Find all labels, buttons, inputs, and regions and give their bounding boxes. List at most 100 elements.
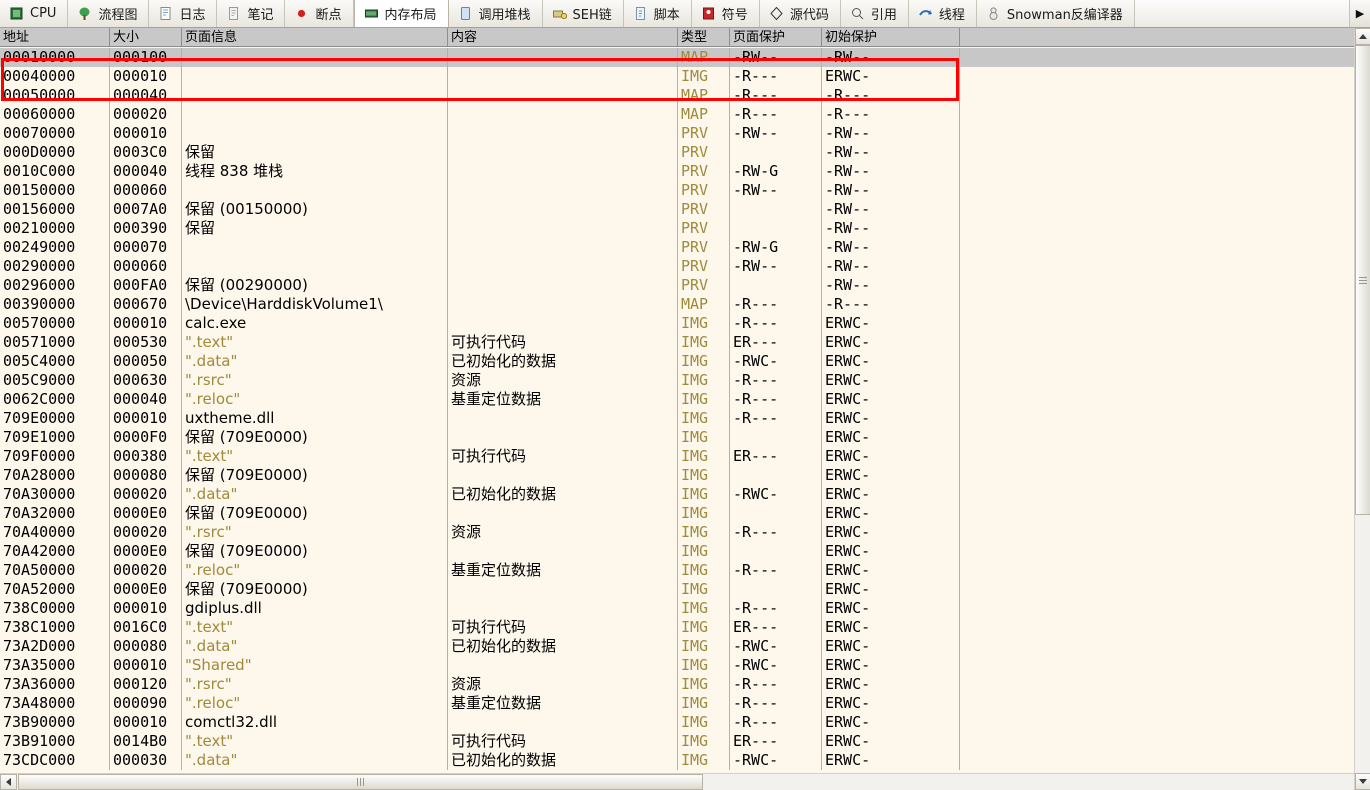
cell-type: PRV <box>678 124 730 143</box>
table-row[interactable]: 738C0000 000010 gdiplus.dll IMG -R--- ERWC- <box>0 599 1354 618</box>
table-row[interactable]: 70A52000 0000E0 保留 (709E0000) IMG ERWC- <box>0 580 1354 599</box>
table-row[interactable]: 73CDC000 000030 ".data" 已初始化的数据 IMG -RWC- ERWC… <box>0 751 1354 770</box>
tab-0[interactable]: CPU <box>0 0 69 27</box>
cell-content: 资源 <box>448 675 678 694</box>
table-row[interactable]: 000D0000 0003C0 保留 PRV -RW-- <box>0 143 1354 162</box>
tab-2[interactable]: 日志 <box>149 0 218 27</box>
cell-content: 已初始化的数据 <box>448 352 678 371</box>
tab-11[interactable]: 引用 <box>840 0 909 27</box>
cell-initial_protect: ERWC- <box>822 371 960 390</box>
table-row[interactable]: 73B90000 000010 comctl32.dll IMG -R--- ERWC- <box>0 713 1354 732</box>
table-row[interactable]: 709E0000 000010 uxtheme.dll IMG -R--- ERWC- <box>0 409 1354 428</box>
tab-8[interactable]: 脚本 <box>623 0 692 27</box>
table-row[interactable]: 73A48000 000090 ".reloc" 基重定位数据 IMG -R--- ERWC… <box>0 694 1354 713</box>
table-row[interactable]: 00040000 000010 IMG -R--- ERWC- <box>0 67 1354 86</box>
horizontal-scrollbar-thumb[interactable] <box>18 774 703 790</box>
table-row[interactable]: 70A50000 000020 ".reloc" 基重定位数据 IMG -R--- ERWC… <box>0 561 1354 580</box>
table-row[interactable]: 70A28000 000080 保留 (709E0000) IMG ERWC- <box>0 466 1354 485</box>
cell-page_info: 保留 (709E0000) <box>182 466 448 485</box>
cell-padding <box>960 162 1354 181</box>
table-row[interactable]: 00060000 000020 MAP -R--- -R--- <box>0 105 1354 124</box>
tab-9[interactable]: 符号 <box>691 0 760 27</box>
tab-1[interactable]: 流程图 <box>68 0 150 27</box>
tab-4[interactable]: 断点 <box>285 0 354 27</box>
tab-active-5[interactable]: 内存布局 <box>353 0 449 27</box>
tab-13[interactable]: Snowman反编译器 <box>976 0 1135 27</box>
cell-initial_protect: ERWC- <box>822 409 960 428</box>
cell-size: 000100 <box>110 48 182 67</box>
cell-content <box>448 181 678 200</box>
tab-3[interactable]: 笔记 <box>217 0 286 27</box>
cell-content <box>448 504 678 523</box>
table-row[interactable]: 0062C000 000040 ".reloc" 基重定位数据 IMG -R--- ERWC… <box>0 390 1354 409</box>
table-row[interactable]: 00390000 000670 \Device\HarddiskVolume1\ MA… <box>0 295 1354 314</box>
table-row[interactable]: 00249000 000070 PRV -RW-G -RW-- <box>0 238 1354 257</box>
column-header-content[interactable]: 内容 <box>448 28 678 46</box>
table-header-row[interactable]: 地址 大小 页面信息 内容 类型 页面保护 初始保护 <box>0 28 1354 47</box>
table-row[interactable]: 70A42000 0000E0 保留 (709E0000) IMG ERWC- <box>0 542 1354 561</box>
cell-page_protect: -RWC- <box>730 656 822 675</box>
table-row[interactable]: 738C1000 0016C0 ".text" 可执行代码 IMG ER--- ERWC- <box>0 618 1354 637</box>
table-row[interactable]: 709F0000 000380 ".text" 可执行代码 IMG ER--- ERWC- <box>0 447 1354 466</box>
table-row[interactable]: 709E1000 0000F0 保留 (709E0000) IMG ERWC- <box>0 428 1354 447</box>
cell-initial_protect: ERWC- <box>822 637 960 656</box>
cell-type: IMG <box>678 409 730 428</box>
scroll-left-button[interactable] <box>0 774 17 790</box>
horizontal-scrollbar[interactable] <box>0 773 1354 790</box>
column-header-size[interactable]: 大小 <box>110 28 182 46</box>
table-row[interactable]: 00570000 000010 calc.exe IMG -R--- ERWC- <box>0 314 1354 333</box>
table-row[interactable]: 73A2D000 000080 ".data" 已初始化的数据 IMG -RWC- ERWC… <box>0 637 1354 656</box>
cell-type: IMG <box>678 67 730 86</box>
cell-size: 000060 <box>110 257 182 276</box>
column-header-initial_protect[interactable]: 初始保护 <box>822 28 960 46</box>
cell-address: 73B91000 <box>0 732 110 751</box>
table-row[interactable]: 70A32000 0000E0 保留 (709E0000) IMG ERWC- <box>0 504 1354 523</box>
cell-size: 000020 <box>110 485 182 504</box>
cell-page_protect: ER--- <box>730 333 822 352</box>
table-row[interactable]: 73A36000 000120 ".rsrc" 资源 IMG -R--- ERWC- <box>0 675 1354 694</box>
column-header-page_protect[interactable]: 页面保护 <box>730 28 822 46</box>
table-row[interactable]: 0010C000 000040 线程 838 堆栈 PRV -RW-G -RW-- <box>0 162 1354 181</box>
table-row[interactable]: 00150000 000060 PRV -RW-- -RW-- <box>0 181 1354 200</box>
table-row[interactable]: 00070000 000010 PRV -RW-- -RW-- <box>0 124 1354 143</box>
tab-12[interactable]: 线程 <box>908 0 977 27</box>
cell-page_info: 保留 (709E0000) <box>182 504 448 523</box>
column-header-page_info[interactable]: 页面信息 <box>182 28 448 46</box>
vertical-scrollbar-thumb[interactable] <box>1355 45 1370 515</box>
table-row[interactable]: 00050000 000040 MAP -R--- -R--- <box>0 86 1354 105</box>
table-row[interactable]: 00210000 000390 保留 PRV -RW-- <box>0 219 1354 238</box>
table-row[interactable]: 005C9000 000630 ".rsrc" 资源 IMG -R--- ERWC- <box>0 371 1354 390</box>
table-row[interactable]: 005C4000 000050 ".data" 已初始化的数据 IMG -RWC- ERWC… <box>0 352 1354 371</box>
tab-10[interactable]: 源代码 <box>759 0 841 27</box>
memory-map-table-body[interactable]: 00010000 000100 MAP -RW-- -RW-- 00040000 00001… <box>0 48 1354 771</box>
table-row[interactable]: 00290000 000060 PRV -RW-- -RW-- <box>0 257 1354 276</box>
cell-padding <box>960 143 1354 162</box>
tab-label: 笔记 <box>247 8 274 23</box>
tab-7[interactable]: SEH链 <box>542 0 624 27</box>
scroll-down-button[interactable] <box>1355 773 1370 790</box>
column-header-address[interactable]: 地址 <box>0 28 110 46</box>
cell-page_info: comctl32.dll <box>182 713 448 732</box>
table-row[interactable]: 70A40000 000020 ".rsrc" 资源 IMG -R--- ERWC- <box>0 523 1354 542</box>
table-row[interactable]: 00571000 000530 ".text" 可执行代码 IMG ER--- ERWC- <box>0 333 1354 352</box>
grip-icon-horizontal <box>357 778 364 786</box>
references-icon <box>850 6 865 21</box>
table-row[interactable]: 00010000 000100 MAP -RW-- -RW-- <box>0 48 1354 67</box>
table-row[interactable]: 73B91000 0014B0 ".text" 可执行代码 IMG ER--- ERWC- <box>0 732 1354 751</box>
tab-6[interactable]: 调用堆栈 <box>448 0 543 27</box>
table-row[interactable]: 70A30000 000020 ".data" 已初始化的数据 IMG -RWC- ERWC… <box>0 485 1354 504</box>
column-header-type[interactable]: 类型 <box>678 28 730 46</box>
tab-bar[interactable]: CPU 流程图 日志 笔记 断点 内存布局 调用堆栈 SEH链 脚本 符号 源代码 引用 线程 Snowm… <box>0 0 1370 28</box>
table-row[interactable]: 00156000 0007A0 保留 (00150000) PRV -RW-- <box>0 200 1354 219</box>
tab-scroll-right-button[interactable]: ▶ <box>1349 0 1370 27</box>
cell-address: 73B90000 <box>0 713 110 732</box>
cell-size: 000030 <box>110 751 182 770</box>
cell-type: IMG <box>678 428 730 447</box>
table-row[interactable]: 73A35000 000010 "Shared" IMG -RWC- ERWC- <box>0 656 1354 675</box>
vertical-scrollbar[interactable] <box>1354 28 1370 790</box>
scroll-up-button[interactable] <box>1355 28 1370 45</box>
cell-type: IMG <box>678 713 730 732</box>
cell-size: 000FA0 <box>110 276 182 295</box>
cell-page_info <box>182 257 448 276</box>
table-row[interactable]: 00296000 000FA0 保留 (00290000) PRV -RW-- <box>0 276 1354 295</box>
